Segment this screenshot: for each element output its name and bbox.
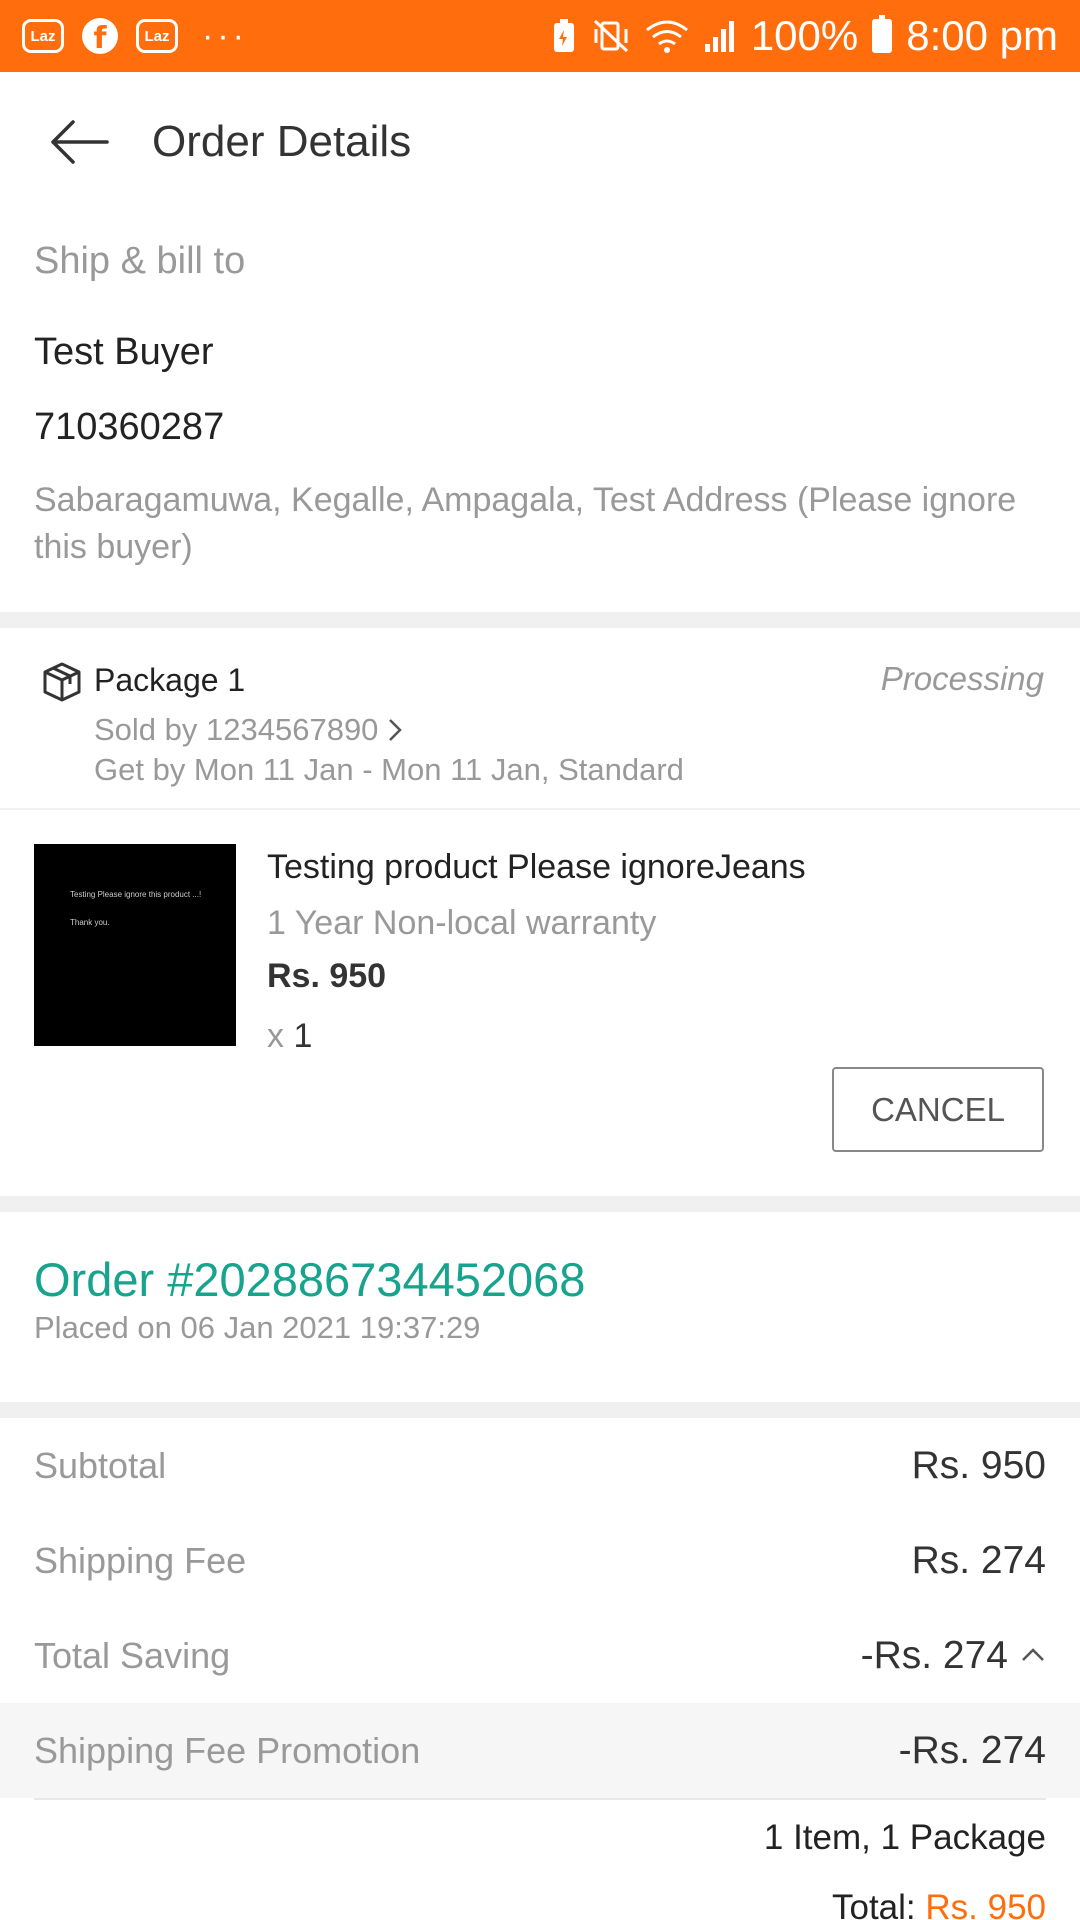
chevron-up-icon[interactable]: [1020, 1643, 1046, 1669]
order-number: Order #202886734452068: [34, 1253, 586, 1306]
item-package-count: 1 Item, 1 Package: [763, 1818, 1046, 1857]
arrow-left-icon: [51, 120, 109, 164]
product-price: Rs. 950: [267, 957, 387, 995]
product-quantity: x 1: [267, 1017, 312, 1056]
shipping-address-section: Ship & bill to Test Buyer 710360287 Saba…: [34, 240, 1046, 571]
product-name[interactable]: Testing product Please ignoreJeans: [267, 848, 806, 887]
quantity-value: 1: [293, 1017, 313, 1055]
battery-saver-icon: [551, 18, 577, 54]
order-total: Total: Rs. 950: [0, 1858, 1080, 1920]
lazada-app-icon: Laz: [136, 19, 178, 53]
buyer-name: Test Buyer: [34, 331, 214, 373]
cancel-button[interactable]: CANCEL: [832, 1067, 1044, 1152]
package-box-icon: [43, 662, 81, 702]
page-title: Order Details: [152, 117, 412, 166]
total-saving-value: -Rs. 274: [860, 1633, 1008, 1677]
facebook-icon: f: [82, 18, 118, 54]
shipping-fee-label: Shipping Fee: [34, 1539, 247, 1581]
back-button[interactable]: [24, 87, 134, 197]
section-divider: [0, 1402, 1080, 1418]
total-value: Rs. 950: [925, 1888, 1046, 1920]
subtotal-label: Subtotal: [34, 1444, 167, 1486]
order-summary: Subtotal Rs. 950 Shipping Fee Rs. 274 To…: [0, 1418, 1080, 1920]
product-image-text: Testing Please ignore this product ...!: [70, 890, 202, 899]
subtotal-row: Subtotal Rs. 950: [0, 1418, 1080, 1513]
chevron-right-icon: [389, 719, 403, 741]
battery-percent: 100%: [750, 12, 859, 59]
quantity-prefix: x: [267, 1017, 284, 1055]
subtotal-value: Rs. 950: [911, 1443, 1046, 1487]
seller-link[interactable]: Sold by 1234567890: [94, 712, 403, 748]
section-divider: [0, 612, 1080, 628]
lazada-app-icon: Laz: [22, 19, 64, 53]
product-image-text: Thank you.: [70, 918, 110, 927]
package-status: Processing: [880, 660, 1044, 697]
seller-label: Sold by 1234567890: [94, 712, 379, 747]
buyer-phone: 710360287: [34, 406, 225, 448]
package-header: Package 1 Processing Sold by 1234567890 …: [0, 630, 1080, 810]
product-image[interactable]: Testing Please ignore this product ...! …: [34, 844, 236, 1046]
more-notifications-icon: ···: [202, 17, 248, 55]
section-divider: [0, 1196, 1080, 1212]
shipping-fee-value: Rs. 274: [911, 1538, 1046, 1582]
delivery-estimate: Get by Mon 11 Jan - Mon 11 Jan, Standard: [94, 752, 684, 787]
shipping-promotion-row: Shipping Fee Promotion -Rs. 274: [0, 1703, 1080, 1798]
package-title: Package 1: [94, 662, 246, 698]
clock: 8:00 pm: [906, 12, 1058, 59]
order-info: Order #202886734452068 Placed on 06 Jan …: [0, 1212, 1080, 1400]
app-header: Order Details: [0, 72, 1080, 212]
vibrate-mute-icon: [591, 17, 631, 55]
shipping-promotion-value: -Rs. 274: [898, 1728, 1046, 1772]
shipping-promotion-label: Shipping Fee Promotion: [34, 1729, 421, 1771]
total-label: Total:: [831, 1888, 916, 1920]
battery-icon: [872, 15, 893, 53]
product-warranty: 1 Year Non-local warranty: [267, 904, 657, 942]
total-saving-label: Total Saving: [34, 1634, 231, 1676]
signal-icon: [703, 18, 737, 54]
total-saving-row[interactable]: Total Saving -Rs. 274: [0, 1608, 1080, 1703]
address-heading: Ship & bill to: [34, 240, 246, 282]
product-item: Testing Please ignore this product ...! …: [0, 812, 1080, 1192]
total-saving-value-group: -Rs. 274: [861, 1634, 1046, 1678]
order-placed-date: Placed on 06 Jan 2021 19:37:29: [34, 1310, 481, 1345]
buyer-address: Sabaragamuwa, Kegalle, Ampagala, Test Ad…: [34, 481, 1017, 566]
wifi-icon: [645, 18, 689, 54]
status-bar: Laz f Laz ··· 100% 8:00 pm: [0, 0, 1080, 72]
shipping-fee-row: Shipping Fee Rs. 274: [0, 1513, 1080, 1608]
